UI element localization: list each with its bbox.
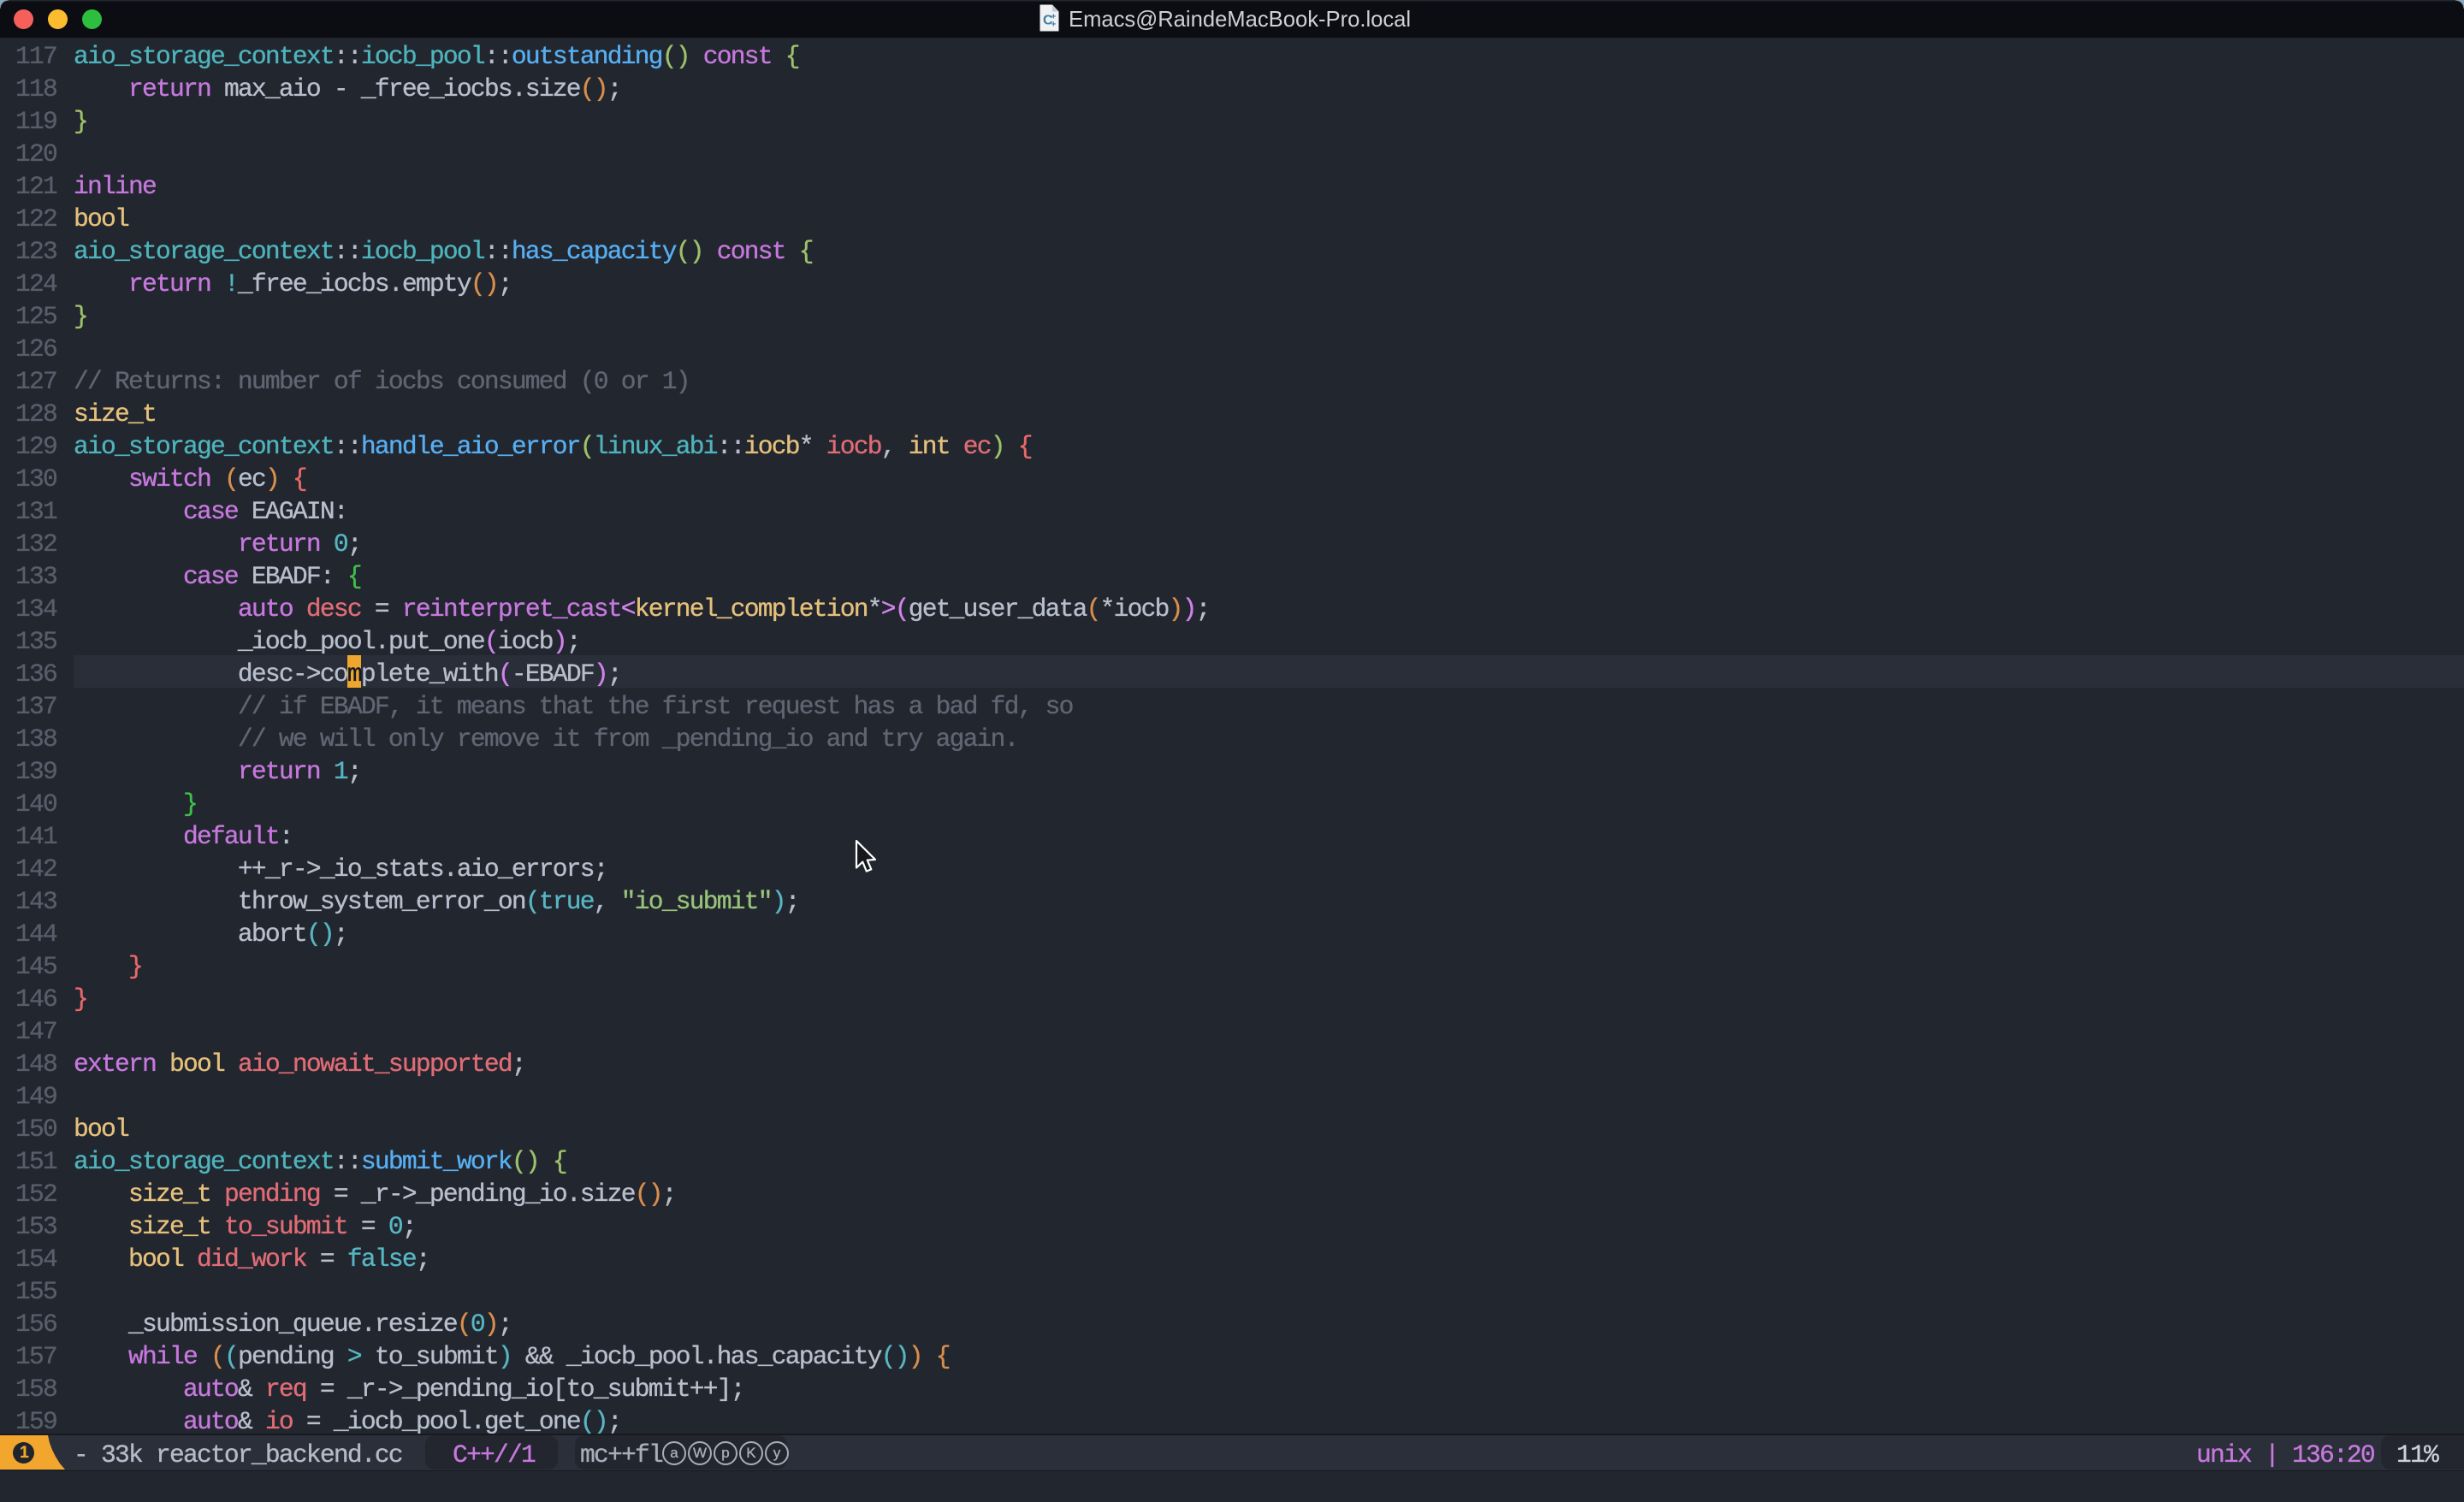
svg-text:+: + [1051, 21, 1057, 30]
